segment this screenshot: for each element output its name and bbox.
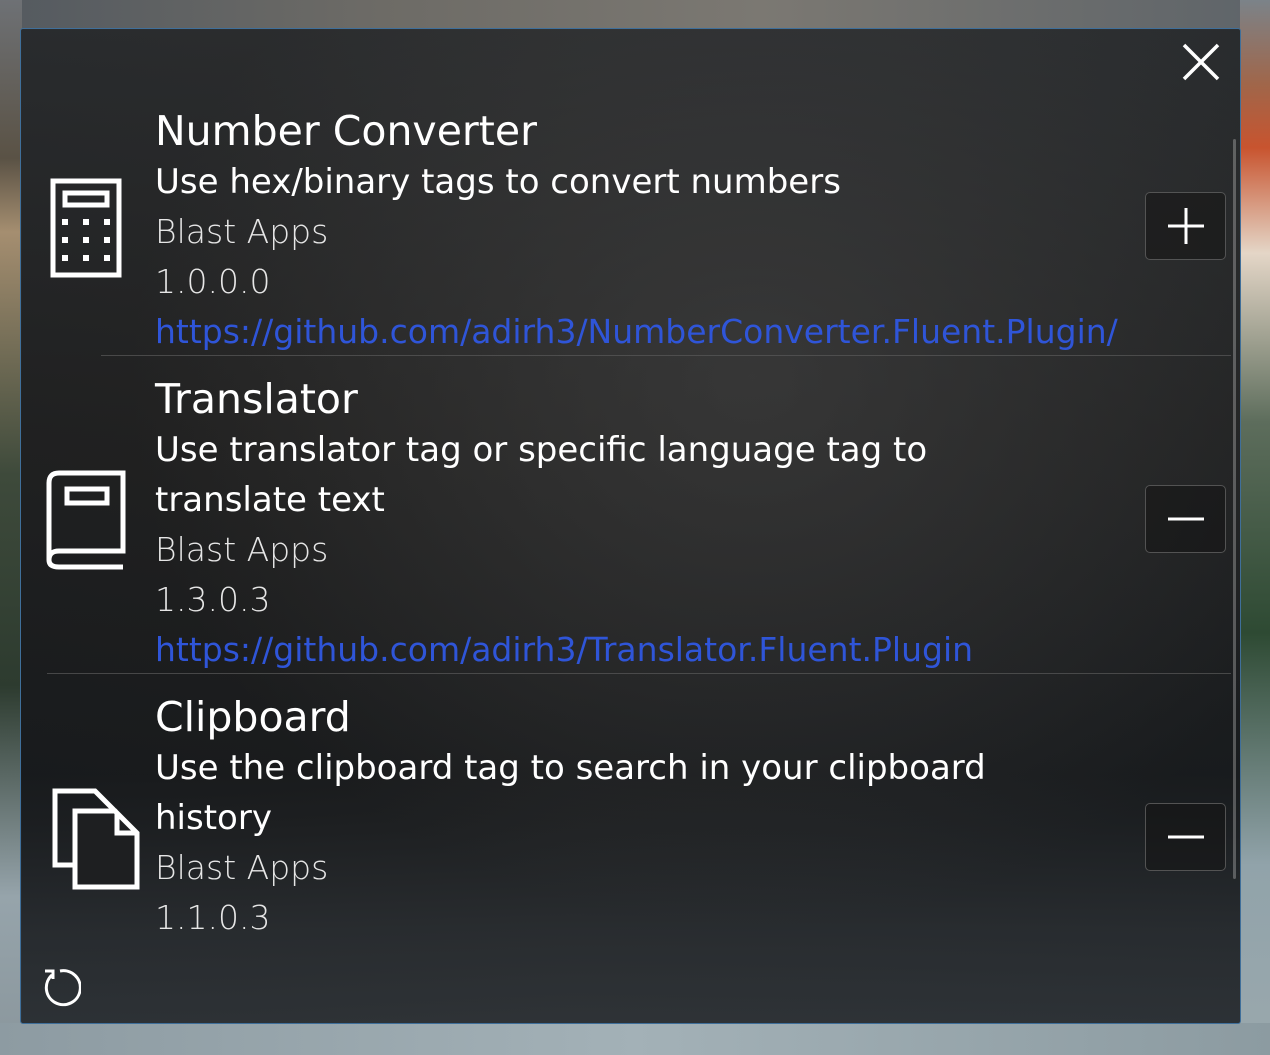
plugin-name: Number Converter <box>155 107 537 155</box>
plugin-item-number-converter: Number Converter Use hex/binary tags to … <box>21 105 1240 357</box>
wallpaper-top <box>0 0 1270 30</box>
plugin-item-clipboard: Clipboard Use the clipboard tag to searc… <box>21 691 1240 951</box>
calculator-icon <box>49 177 125 283</box>
refresh-icon <box>44 969 82 1007</box>
plugin-description-line-1: Use translator tag or specific language … <box>155 430 928 470</box>
uninstall-button[interactable] <box>1145 803 1226 871</box>
plugin-version: 1.3.0.3 <box>155 580 271 619</box>
plugin-name: Translator <box>155 375 358 423</box>
plugin-name: Clipboard <box>155 693 351 741</box>
minus-icon <box>1167 517 1204 521</box>
plus-icon <box>1167 208 1204 244</box>
plugin-author: Blast Apps <box>155 530 329 569</box>
wallpaper-right <box>1240 0 1270 1055</box>
close-button[interactable] <box>1180 41 1222 83</box>
plugin-author: Blast Apps <box>155 212 329 251</box>
plugin-description-line-2: translate text <box>155 480 385 520</box>
plugin-author: Blast Apps <box>155 848 329 887</box>
plugin-description: Use hex/binary tags to convert numbers <box>155 162 841 202</box>
install-button[interactable] <box>1145 192 1226 260</box>
plugin-description-line-1: Use the clipboard tag to search in your … <box>155 748 986 788</box>
copy-icon <box>51 787 143 895</box>
plugin-description-line-2: history <box>155 798 272 838</box>
refresh-button[interactable] <box>39 967 82 1009</box>
divider <box>101 355 1231 356</box>
minus-icon <box>1167 835 1204 839</box>
divider <box>47 673 1231 674</box>
plugin-url-link[interactable]: https://github.com/adirh3/NumberConverte… <box>155 307 1118 357</box>
plugin-version: 1.0.0.0 <box>155 262 271 301</box>
wallpaper-left <box>0 0 22 1055</box>
plugin-version: 1.1.0.3 <box>155 898 271 937</box>
uninstall-button[interactable] <box>1145 485 1226 553</box>
plugin-manager-window: Number Converter Use hex/binary tags to … <box>20 28 1241 1024</box>
plugin-url-link[interactable]: https://github.com/adirh3/Translator.Flu… <box>155 625 973 675</box>
plugin-item-translator: Translator Use translator tag or specifi… <box>21 373 1240 675</box>
close-icon <box>1182 43 1220 81</box>
book-icon <box>45 469 129 575</box>
wallpaper-bottom <box>0 1023 1270 1055</box>
